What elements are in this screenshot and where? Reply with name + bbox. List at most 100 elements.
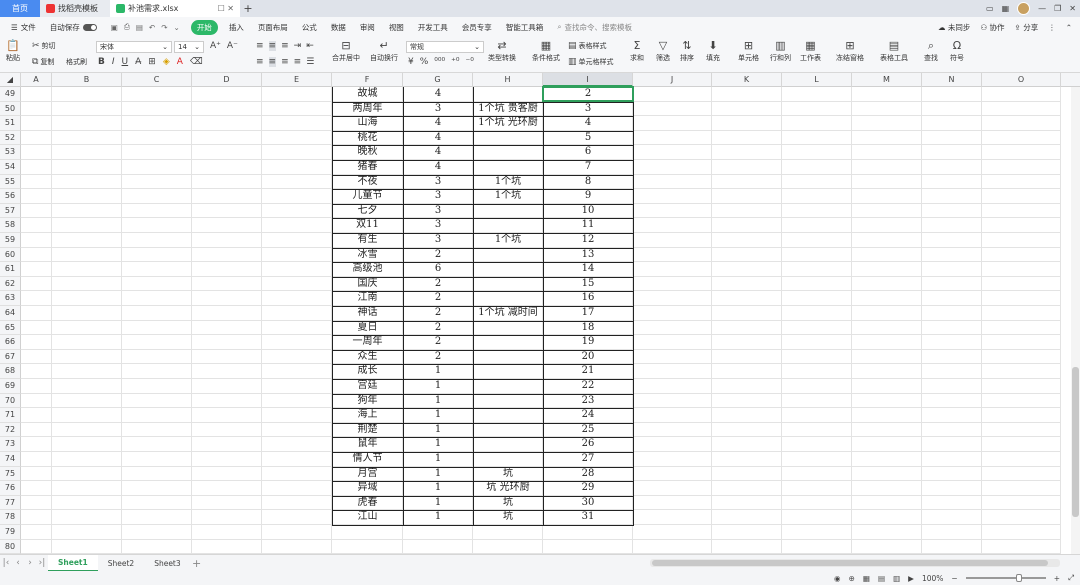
cut-button[interactable]: ✂ 剪切 [32,41,56,51]
outdent-icon[interactable]: ⇤ [306,41,314,51]
row-header[interactable]: 64 [0,306,21,321]
sum-button[interactable]: Σ 求和 [630,39,644,63]
file-menu[interactable]: ☰ 文件 [4,22,43,33]
row-header[interactable]: 57 [0,203,21,219]
print-icon[interactable]: ⎙ [124,22,130,32]
column-header-d[interactable]: D [192,73,262,87]
increase-decimal-icon[interactable]: ⁺⁰ [451,57,459,67]
tab-smart-tools[interactable]: 智能工具箱 [499,22,551,33]
page-break-view-icon[interactable]: ▥ [893,574,900,583]
horizontal-scrollbar[interactable] [650,559,1060,567]
find-button[interactable]: ⌕ 查找 [924,39,938,63]
tab-insert[interactable]: 插入 [222,22,251,33]
fill-button[interactable]: ⬇ 填充 [706,39,720,63]
tab-data[interactable]: 数据 [324,22,353,33]
cell-i[interactable] [543,540,633,554]
row-header[interactable]: 52 [0,130,21,146]
row-col-button[interactable]: ▥ 行和列 [770,39,791,63]
first-sheet-icon[interactable]: |‹ [0,558,12,568]
row-header[interactable]: 62 [0,276,21,292]
spreadsheet-grid[interactable]: ◢ ABCDEFGHIJKLMNO 49 故城 4 2 50 两周年 3 1个坑 贵客厨 3 51… [0,73,1080,554]
tab-home[interactable]: 首页 [0,0,40,17]
column-header-l[interactable]: L [782,73,852,87]
horizontal-scroll-thumb[interactable] [652,560,1048,566]
distribute-icon[interactable]: ☰ [306,57,314,67]
font-color-icon[interactable]: A [177,57,183,67]
sync-status[interactable]: ☁ 未同步 [938,22,970,33]
layout-icon[interactable]: ▭ [986,4,994,13]
sheet-tab-1[interactable]: Sheet1 [48,554,98,572]
close-tab-icon[interactable]: ☐ ✕ [218,4,234,13]
tab-member[interactable]: 会员专享 [455,22,499,33]
row-header[interactable]: 75 [0,466,21,482]
underline-icon[interactable]: U [122,57,129,67]
table-style-button[interactable]: ▤ 表格样式 [568,41,607,51]
reading-mode-icon[interactable]: ▶ [908,574,914,583]
cell-g[interactable] [403,540,473,554]
decrease-decimal-icon[interactable]: ⁻⁰ [465,57,473,67]
row-header[interactable]: 61 [0,262,21,277]
row-header[interactable]: 80 [0,539,21,554]
row-header[interactable]: 76 [0,481,21,496]
collapse-ribbon-icon[interactable]: ⌃ [1066,23,1072,32]
tab-start[interactable]: 开始 [190,19,218,35]
align-bottom-icon[interactable]: ≡ [281,41,289,51]
autosave-toggle[interactable]: 自动保存 [43,22,104,33]
last-sheet-icon[interactable]: ›| [36,558,48,568]
bold-icon[interactable]: B [98,57,105,67]
row-header[interactable]: 70 [0,393,21,409]
next-sheet-icon[interactable]: › [24,558,36,568]
clear-format-icon[interactable]: ⌫ [190,57,203,67]
tab-formulas[interactable]: 公式 [295,22,324,33]
tab-developer[interactable]: 开发工具 [411,22,455,33]
align-right-icon[interactable]: ≡ [281,57,289,67]
row-header[interactable]: 49 [0,87,21,102]
column-header-f[interactable]: F [332,73,403,87]
row-header[interactable]: 50 [0,101,21,117]
share-button[interactable]: ⇪ 分享 [1015,22,1039,33]
copy-button[interactable]: ⧉ 复制 [32,57,54,67]
font-name-select[interactable]: 宋体 ⌄ [96,41,172,53]
page-layout-view-icon[interactable]: ▤ [878,574,885,583]
column-header-e[interactable]: E [262,73,332,87]
row-header[interactable]: 74 [0,452,21,467]
paste-button[interactable]: 📋 粘贴 [6,39,20,63]
cell-g[interactable] [403,525,473,540]
number-format-select[interactable]: 常规 ⌄ [406,41,484,53]
apps-icon[interactable]: ▦ [1002,4,1010,13]
row-header[interactable]: 79 [0,525,21,540]
format-painter-button[interactable]: 格式刷 [66,57,87,67]
percent-icon[interactable]: % [420,57,429,67]
merge-center-button[interactable]: ⊟ 合并居中 [332,39,360,63]
zoom-level[interactable]: 100% [922,574,943,583]
cell-h[interactable] [473,525,543,540]
italic-icon[interactable]: I [112,57,115,67]
shrink-font-icon[interactable]: A⁻ [227,41,238,51]
row-header[interactable]: 73 [0,437,21,452]
strikethrough-icon[interactable]: A̶ [135,57,141,67]
wrap-text-button[interactable]: ↵ 自动换行 [370,39,398,63]
justify-icon[interactable]: ≡ [294,57,302,67]
normal-view-icon[interactable]: ▦ [863,574,870,583]
zoom-out-icon[interactable]: − [951,574,957,583]
column-header-n[interactable]: N [922,73,982,87]
row-header[interactable]: 77 [0,495,21,511]
zoom-in-icon[interactable]: + [1054,574,1060,583]
table-tools-button[interactable]: ▤ 表格工具 [880,39,908,63]
row-header[interactable]: 55 [0,174,21,190]
chevron-down-icon[interactable]: ⌄ [174,23,180,32]
input-mode-icon[interactable]: ⊕ [849,574,855,583]
command-search[interactable]: ⌕ 查找命令、搜索模板 [550,22,639,33]
row-header[interactable]: 56 [0,189,21,204]
column-header-j[interactable]: J [633,73,712,87]
tab-template[interactable]: 找稻壳模板 [40,0,110,17]
indent-icon[interactable]: ⇥ [294,41,302,51]
font-size-select[interactable]: 14 ⌄ [174,41,204,53]
worksheet-button[interactable]: ▦ 工作表 [800,39,821,63]
row-header[interactable]: 66 [0,335,21,350]
fill-color-icon[interactable]: ◈ [163,57,170,67]
zoom-knob[interactable] [1015,574,1022,582]
scroll-thumb[interactable] [1072,367,1079,517]
cell-f[interactable] [332,540,403,554]
row-header[interactable]: 53 [0,145,21,160]
